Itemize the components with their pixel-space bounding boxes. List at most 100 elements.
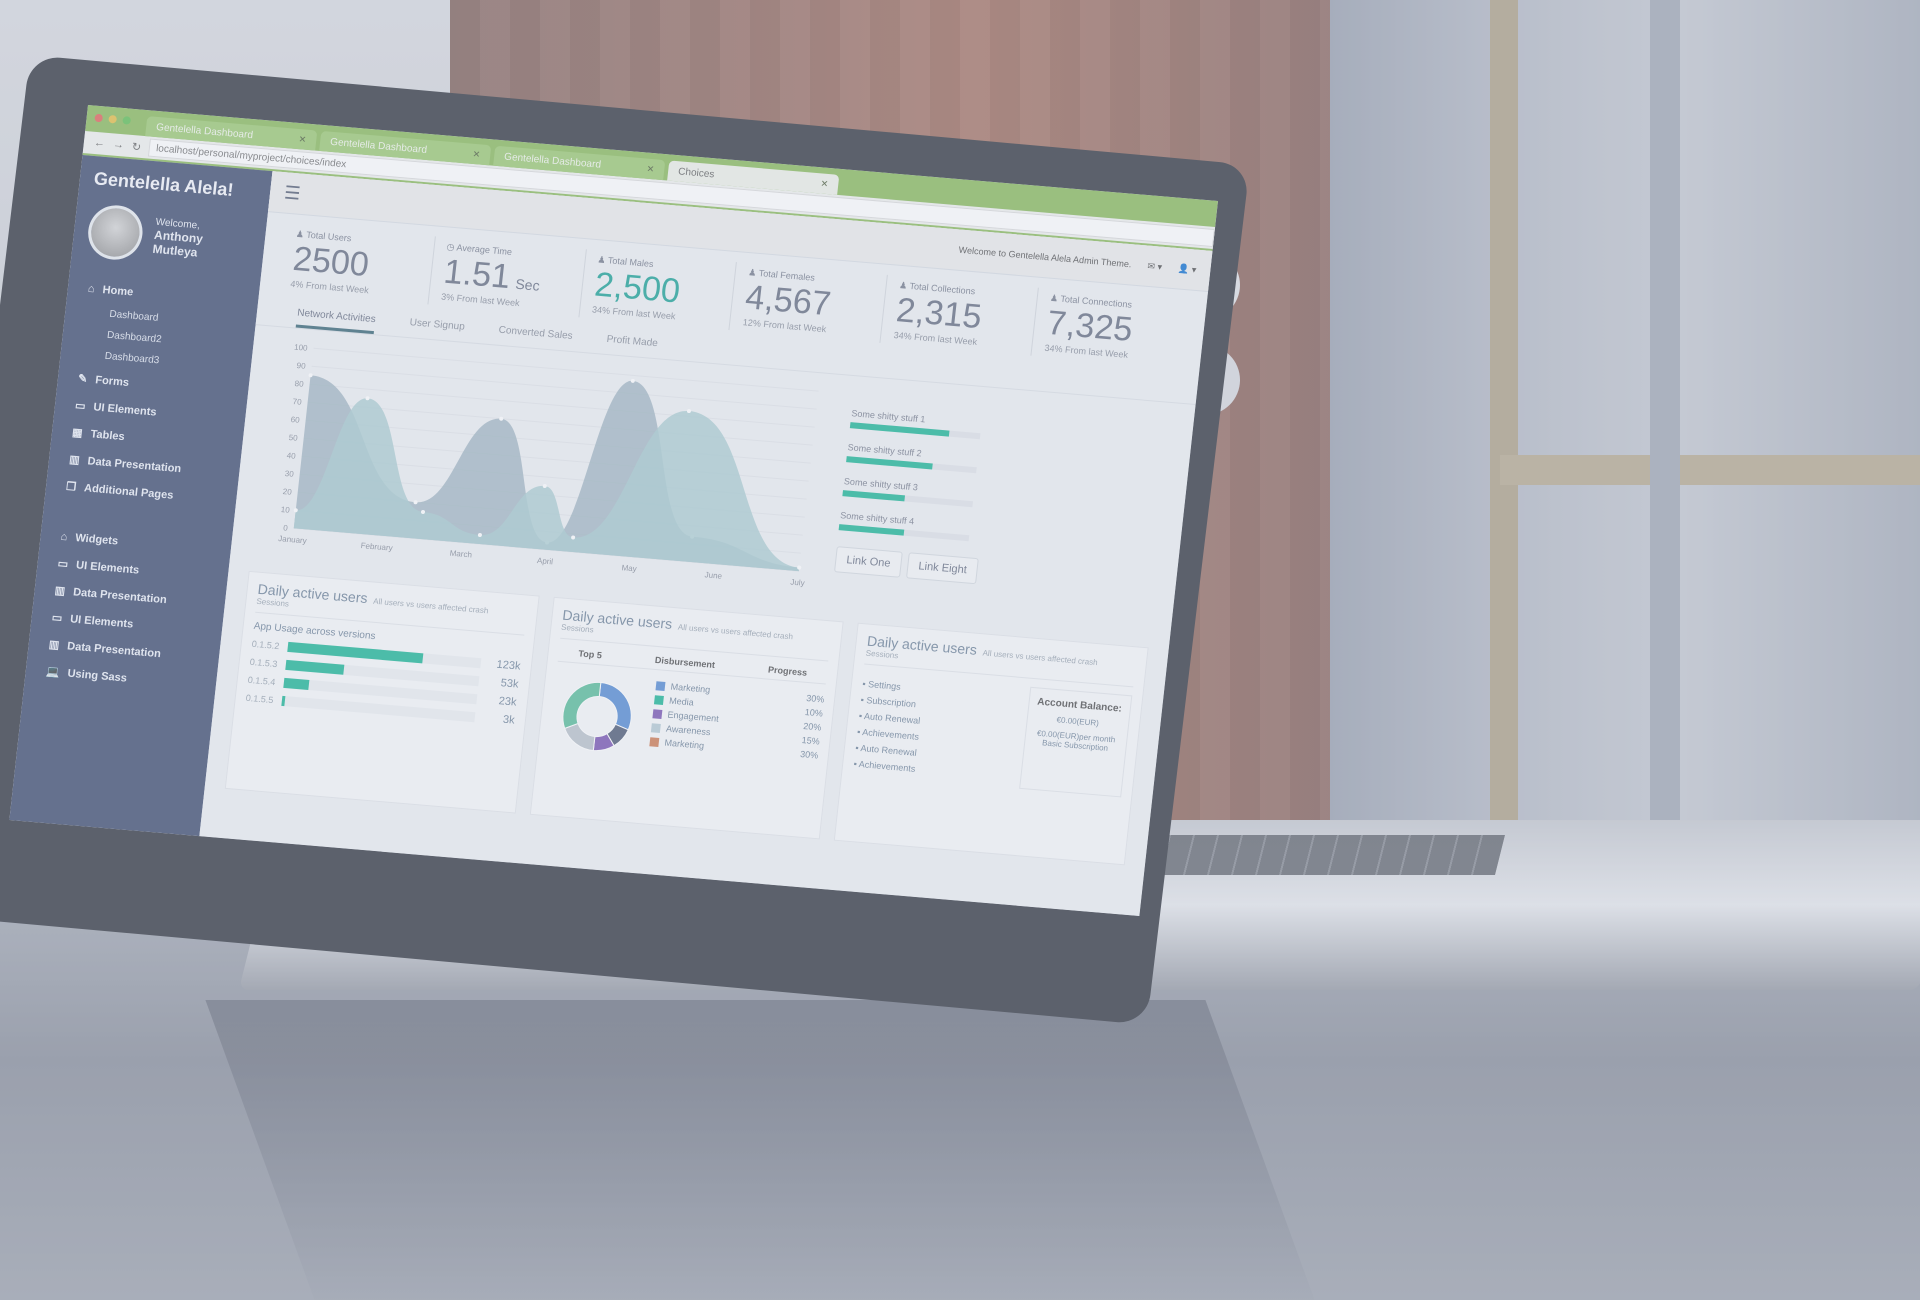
sidebar-item-label: UI Elements xyxy=(69,612,134,631)
y-tick-label: 100 xyxy=(294,343,309,353)
close-window-button[interactable] xyxy=(94,113,104,123)
close-tab-icon[interactable]: ✕ xyxy=(472,148,481,160)
home-icon: ⌂ xyxy=(87,282,96,296)
usage-value: 123k xyxy=(495,658,522,673)
x-tick-label: May xyxy=(621,563,637,573)
donut-slice xyxy=(598,682,632,731)
stat-tile: ♟ Total Females 4,567 12% From last Week xyxy=(728,262,888,343)
sidebar-item-label: UI Elements xyxy=(75,558,140,577)
bar-chart-icon: ▥ xyxy=(48,638,60,652)
stat-tile: ◷ Average Time 1.51 Sec 3% From last Week xyxy=(427,236,586,318)
stat-unit: Sec xyxy=(514,275,541,294)
donut-chart xyxy=(562,682,632,752)
link-button[interactable]: Link Eight xyxy=(906,552,980,585)
clone-icon: ❐ xyxy=(65,480,77,494)
account-balance-box: Account Balance: €0.00(EUR) €0.00(EUR)pe… xyxy=(1018,686,1133,798)
tab-label: Gentelella Dashboard xyxy=(155,121,254,141)
home-icon: ⌂ xyxy=(60,530,69,544)
desktop-icon: ▭ xyxy=(74,399,87,413)
close-tab-icon[interactable]: ✕ xyxy=(298,134,307,146)
y-tick-label: 0 xyxy=(283,523,289,532)
shelf xyxy=(1500,455,1920,485)
bar-chart-icon: ▥ xyxy=(68,453,81,467)
donut-legend: Marketing 30% Media 10% Engagement 20% Awarene… xyxy=(647,676,826,780)
main-content: ☰ Welcome to Gentelella Alela Admin Them… xyxy=(199,171,1213,917)
account-balance-value: €0.00(EUR) xyxy=(1056,715,1100,728)
legend-label: Media xyxy=(668,695,695,708)
sidebar-item-label: Additional Pages xyxy=(83,481,175,502)
version-label: 0.1.5.5 xyxy=(245,692,274,706)
legend-label: Engagement xyxy=(667,709,720,724)
desktop-icon: ▭ xyxy=(51,611,63,625)
sidebar-item-label: Tables xyxy=(89,427,126,443)
window-controls xyxy=(94,113,132,125)
y-tick-label: 70 xyxy=(292,397,302,407)
legend-percent: 20% xyxy=(802,721,822,733)
legend-swatch xyxy=(649,736,660,747)
app-usage-panel: Daily active users All users vs users aff… xyxy=(224,570,540,814)
back-icon[interactable]: ← xyxy=(93,137,105,150)
sidebar-menu: ⌂ Home Dashboard Dashboard2 Dashboard3 ✎ Forms… xyxy=(45,274,260,514)
progress-fill xyxy=(838,524,905,536)
welcome-theme-text: Welcome to Gentelella Alela Admin Theme. xyxy=(958,244,1133,270)
stat-tile: ♟ Total Males 2,500 34% From last Week xyxy=(578,249,737,331)
usage-value: 3k xyxy=(502,713,516,727)
y-tick-label: 40 xyxy=(286,451,296,461)
sidebar-item-label: Data Presentation xyxy=(72,585,168,606)
legend-label: Awareness xyxy=(665,723,711,738)
y-tick-label: 20 xyxy=(282,487,292,497)
usage-fill xyxy=(280,695,286,707)
desktop-icon: ▭ xyxy=(57,557,69,571)
legend-swatch xyxy=(652,708,663,719)
sidebar-item-label: Using Sass xyxy=(66,667,128,685)
column-header: Disbursement xyxy=(654,654,716,671)
sidebar-menu-live: ⌂ Widgets ▭ UI Elements ▥ Data Presentation ▭ U… xyxy=(24,522,232,699)
legend-swatch xyxy=(650,722,661,733)
envelope-icon[interactable]: ✉ ▾ xyxy=(1147,260,1163,272)
laptop-screen: ✕ Gentelella Dashboard ✕ Gentelella Dash… xyxy=(9,105,1219,917)
edit-icon: ✎ xyxy=(77,372,88,386)
laptop-icon: 💻 xyxy=(45,665,61,679)
stat-tile: ♟ Total Users 2500 4% From last Week xyxy=(277,224,434,305)
sidebar-item-label: Widgets xyxy=(74,531,119,548)
version-label: 0.1.5.3 xyxy=(249,656,278,670)
column-header: Top 5 xyxy=(577,648,603,661)
usage-fill xyxy=(284,659,345,675)
link-buttons: Link One Link Eight xyxy=(833,546,1137,598)
maximize-window-button[interactable] xyxy=(122,116,132,125)
legend-percent: 30% xyxy=(799,749,819,761)
tab-label: Gentelella Dashboard xyxy=(329,136,428,156)
x-tick-label: February xyxy=(360,541,393,553)
y-tick-label: 80 xyxy=(294,379,304,389)
settings-panel: Daily active users All users vs users aff… xyxy=(834,622,1149,866)
forward-icon[interactable]: → xyxy=(112,138,124,151)
legend-label: Marketing xyxy=(670,681,711,695)
y-tick-label: 60 xyxy=(290,415,300,425)
network-activities-chart: 0 10 20 30 40 50 60 70 80 90 100 January February Mar… xyxy=(278,343,819,588)
stat-tile: ♟ Total Collections 2,315 34% From last We… xyxy=(879,274,1039,356)
x-tick-label: June xyxy=(704,570,723,580)
usage-value: 53k xyxy=(500,677,520,691)
account-balance-title: Account Balance: xyxy=(1036,696,1123,715)
x-tick-label: March xyxy=(449,549,472,560)
sidebar-item-label: Data Presentation xyxy=(66,639,162,660)
usage-value: 23k xyxy=(498,695,518,709)
stat-tile: ♟ Total Connections 7,325 34% From last We… xyxy=(1030,287,1189,369)
version-label: 0.1.5.2 xyxy=(251,638,280,652)
user-icon[interactable]: 👤 ▾ xyxy=(1177,263,1197,276)
close-tab-icon[interactable]: ✕ xyxy=(646,163,655,175)
legend-label: Marketing xyxy=(663,737,705,751)
chart-tab[interactable]: Profit Made xyxy=(605,334,658,358)
link-button[interactable]: Link One xyxy=(833,546,903,578)
close-tab-icon[interactable]: ✕ xyxy=(820,178,829,190)
reload-icon[interactable]: ↻ xyxy=(131,140,142,154)
top5-panel: Daily active users All users vs users aff… xyxy=(529,596,845,840)
y-tick-label: 50 xyxy=(288,433,298,443)
menu-toggle-icon[interactable]: ☰ xyxy=(283,182,301,204)
column-header: Progress xyxy=(767,664,808,678)
laptop-reflection xyxy=(205,1000,1315,1300)
minimize-window-button[interactable] xyxy=(108,114,118,124)
avatar[interactable] xyxy=(85,203,146,262)
bar-chart-icon: ▥ xyxy=(54,584,66,598)
dashboard-app: Gentelella Alela! Welcome, Anthony Mutle… xyxy=(9,155,1213,917)
